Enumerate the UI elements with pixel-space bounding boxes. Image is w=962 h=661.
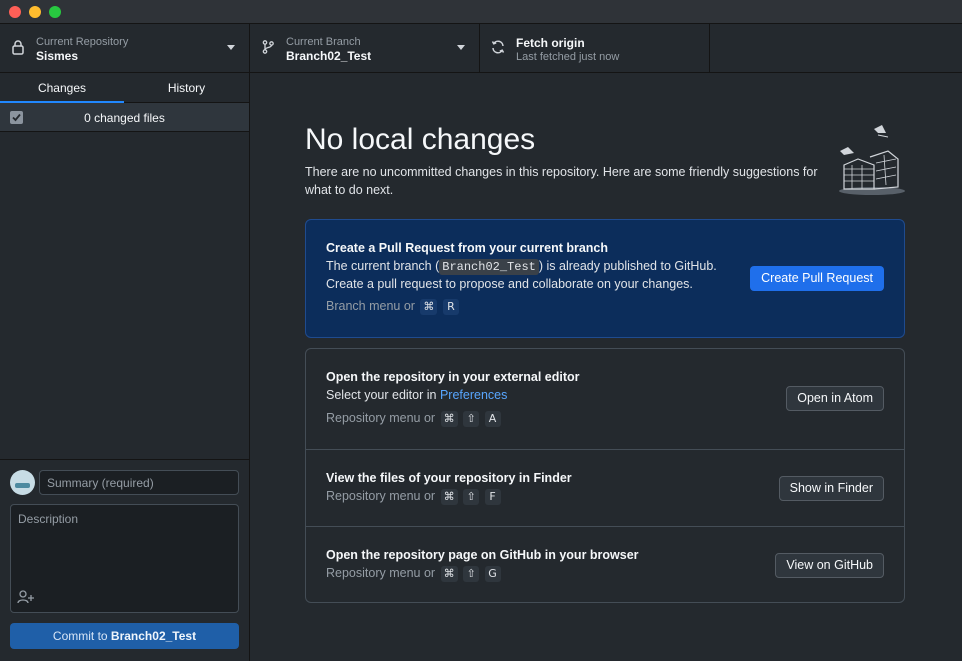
editor-hint-text: Repository menu or <box>326 411 436 425</box>
open-in-editor-row: Open the repository in your external edi… <box>306 349 904 449</box>
branch-name: Branch02_Test <box>286 49 372 63</box>
editor-row-hint: Repository menu or ⌘ ⇧ A <box>326 411 501 427</box>
sync-icon <box>491 40 505 54</box>
view-on-github-row: Open the repository page on GitHub in yo… <box>306 526 904 603</box>
shift-key: ⇧ <box>463 566 480 582</box>
git-branch-icon <box>262 40 274 54</box>
sidebar-tabs: Changes History <box>0 73 249 103</box>
close-window-button[interactable] <box>9 6 21 18</box>
description-placeholder: Description <box>18 512 79 526</box>
pr-card-line-1: The current branch (Branch02_Test) is al… <box>326 259 717 275</box>
tab-changes[interactable]: Changes <box>0 73 124 103</box>
github-row-hint: Repository menu or ⌘ ⇧ G <box>326 566 501 582</box>
commit-form: Summary (required) Description Commit to… <box>0 459 249 661</box>
commit-prefix: Commit to <box>52 629 111 643</box>
command-key: ⌘ <box>420 299 438 315</box>
preferences-link[interactable]: Preferences <box>440 388 507 402</box>
commit-button[interactable]: Commit to Branch02_Test <box>10 623 239 649</box>
f-key: F <box>484 489 501 505</box>
page-title: No local changes <box>305 123 536 156</box>
repository-label: Current Repository <box>36 36 129 48</box>
github-row-title: Open the repository page on GitHub in yo… <box>326 548 639 562</box>
changes-header: 0 changed files <box>0 103 249 132</box>
r-key: R <box>442 299 459 315</box>
main-panel: No local changes There are no uncommitte… <box>250 73 962 661</box>
pr-hint-text: Branch menu or <box>326 299 415 313</box>
pr-line1-start: The current branch ( <box>326 259 440 273</box>
current-repository-dropdown[interactable]: Current Repository Sismes <box>0 24 250 72</box>
tab-history[interactable]: History <box>124 73 249 103</box>
current-branch-dropdown[interactable]: Current Branch Branch02_Test <box>250 24 480 72</box>
last-fetched-label: Last fetched just now <box>516 51 620 63</box>
pr-card-line-2: Create a pull request to propose and col… <box>326 277 693 291</box>
finder-hint-text: Repository menu or <box>326 489 436 503</box>
fetch-origin-label: Fetch origin <box>516 36 585 50</box>
a-key: A <box>484 411 501 427</box>
editor-row-line: Select your editor in Preferences <box>326 388 507 402</box>
create-pull-request-button[interactable]: Create Pull Request <box>750 266 884 291</box>
pr-line1-end: ) is already published to GitHub. <box>538 259 717 273</box>
fetch-origin-button[interactable]: Fetch origin Last fetched just now <box>480 24 710 72</box>
pr-card-hint: Branch menu or ⌘ R <box>326 299 459 315</box>
description-field[interactable]: Description <box>10 504 239 613</box>
branch-name-code: Branch02_Test <box>439 259 539 275</box>
view-on-github-button[interactable]: View on GitHub <box>775 553 884 578</box>
window-titlebar <box>0 0 962 24</box>
empty-boxes-illustration-icon <box>839 125 905 195</box>
sidebar: Changes History 0 changed files Summary … <box>0 73 250 661</box>
shift-key: ⇧ <box>463 489 480 505</box>
avatar <box>10 470 35 495</box>
create-pull-request-card: Create a Pull Request from your current … <box>305 219 905 338</box>
intro-text: There are no uncommitted changes in this… <box>305 165 818 197</box>
github-hint-text: Repository menu or <box>326 566 436 580</box>
add-co-author-icon[interactable] <box>17 590 35 604</box>
shift-key: ⇧ <box>463 411 480 427</box>
repository-name: Sismes <box>36 49 79 63</box>
pr-card-title: Create a Pull Request from your current … <box>326 241 609 255</box>
command-key: ⌘ <box>440 411 458 427</box>
finder-row-title: View the files of your repository in Fin… <box>326 471 572 485</box>
show-in-finder-row: View the files of your repository in Fin… <box>306 449 904 526</box>
g-key: G <box>484 566 501 582</box>
lock-icon <box>12 40 24 55</box>
toolbar: Current Repository Sismes Current Branch… <box>0 24 962 73</box>
minimize-window-button[interactable] <box>29 6 41 18</box>
chevron-down-icon <box>227 45 235 50</box>
summary-input[interactable]: Summary (required) <box>39 470 239 495</box>
editor-row-title: Open the repository in your external edi… <box>326 370 580 384</box>
editor-line-text: Select your editor in <box>326 388 440 402</box>
commit-branch: Branch02_Test <box>110 629 197 643</box>
zoom-window-button[interactable] <box>49 6 61 18</box>
open-in-atom-button[interactable]: Open in Atom <box>786 386 884 411</box>
command-key: ⌘ <box>440 566 458 582</box>
command-key: ⌘ <box>440 489 458 505</box>
branch-label: Current Branch <box>286 36 361 48</box>
suggestions-card: Open the repository in your external edi… <box>305 348 905 603</box>
changed-files-count: 0 changed files <box>84 111 165 125</box>
show-in-finder-button[interactable]: Show in Finder <box>778 476 884 501</box>
chevron-down-icon <box>457 45 465 50</box>
finder-row-hint: Repository menu or ⌘ ⇧ F <box>326 489 501 505</box>
